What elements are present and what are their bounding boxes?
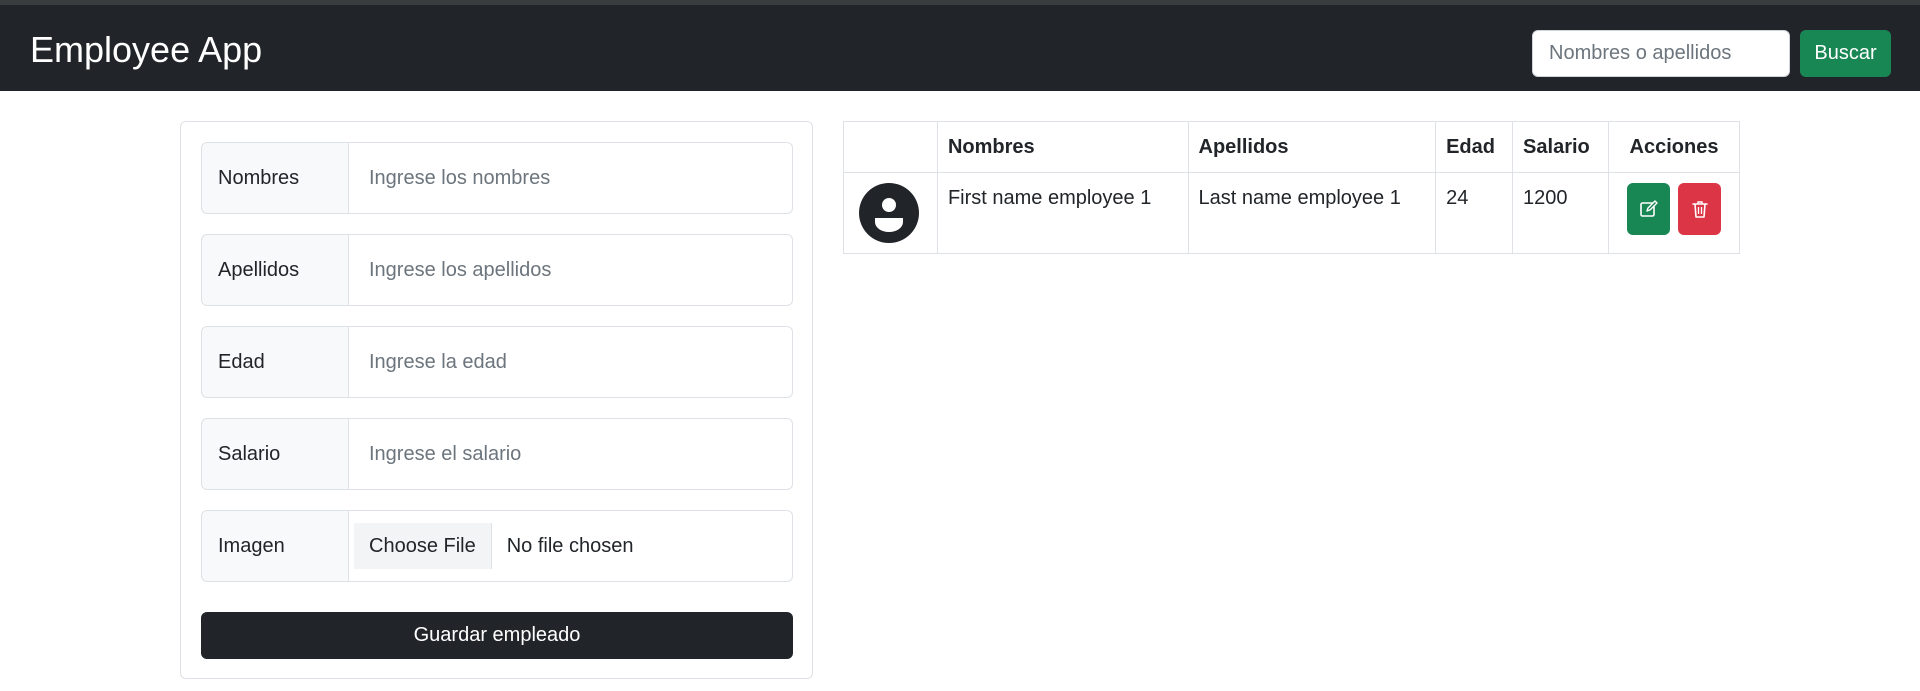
header-salario: Salario — [1512, 121, 1610, 173]
cell-nombres: First name employee 1 — [936, 172, 1189, 254]
salario-group: Salario — [201, 418, 793, 490]
choose-file-button[interactable]: Choose File — [354, 523, 492, 569]
search-button[interactable]: Buscar — [1800, 30, 1891, 77]
nombres-input[interactable] — [349, 142, 793, 214]
imagen-group: Imagen Choose File No file chosen — [201, 510, 793, 582]
table-row: First name employee 1 Last name employee… — [843, 172, 1740, 254]
edad-group: Edad — [201, 326, 793, 398]
save-employee-button[interactable]: Guardar empleado — [201, 612, 793, 659]
salario-input[interactable] — [349, 418, 793, 490]
nombres-group: Nombres — [201, 142, 793, 214]
header-edad: Edad — [1435, 121, 1514, 173]
user-circle-icon — [859, 183, 919, 243]
avatar-cell — [843, 172, 938, 254]
app-title[interactable]: Employee App — [30, 28, 262, 71]
actions-cell — [1608, 172, 1740, 254]
cell-edad: 24 — [1435, 172, 1514, 254]
delete-button[interactable] — [1678, 183, 1722, 235]
employee-table: Nombres Apellidos Edad Salario Acciones … — [843, 121, 1740, 254]
file-input[interactable]: Choose File No file chosen — [349, 510, 793, 582]
header-apellidos: Apellidos — [1187, 121, 1437, 173]
search-input[interactable] — [1532, 30, 1790, 77]
salario-label: Salario — [201, 418, 349, 490]
file-status: No file chosen — [506, 534, 634, 557]
employee-form: Nombres Apellidos Edad Salario Imagen Ch… — [180, 121, 813, 679]
apellidos-input[interactable] — [349, 234, 793, 306]
imagen-label: Imagen — [201, 510, 349, 582]
navbar: Employee App Buscar — [0, 5, 1920, 91]
table-header-row: Nombres Apellidos Edad Salario Acciones — [843, 121, 1740, 173]
edit-button[interactable] — [1627, 183, 1671, 235]
header-nombres: Nombres — [936, 121, 1189, 173]
edad-label: Edad — [201, 326, 349, 398]
apellidos-label: Apellidos — [201, 234, 349, 306]
trash-icon — [1691, 201, 1708, 218]
cell-salario: 1200 — [1512, 172, 1610, 254]
nombres-label: Nombres — [201, 142, 349, 214]
edad-input[interactable] — [349, 326, 793, 398]
edit-icon — [1639, 200, 1658, 217]
header-acciones: Acciones — [1608, 121, 1740, 173]
row-actions — [1627, 183, 1739, 235]
header-image — [843, 121, 938, 173]
cell-apellidos: Last name employee 1 — [1187, 172, 1437, 254]
apellidos-group: Apellidos — [201, 234, 793, 306]
